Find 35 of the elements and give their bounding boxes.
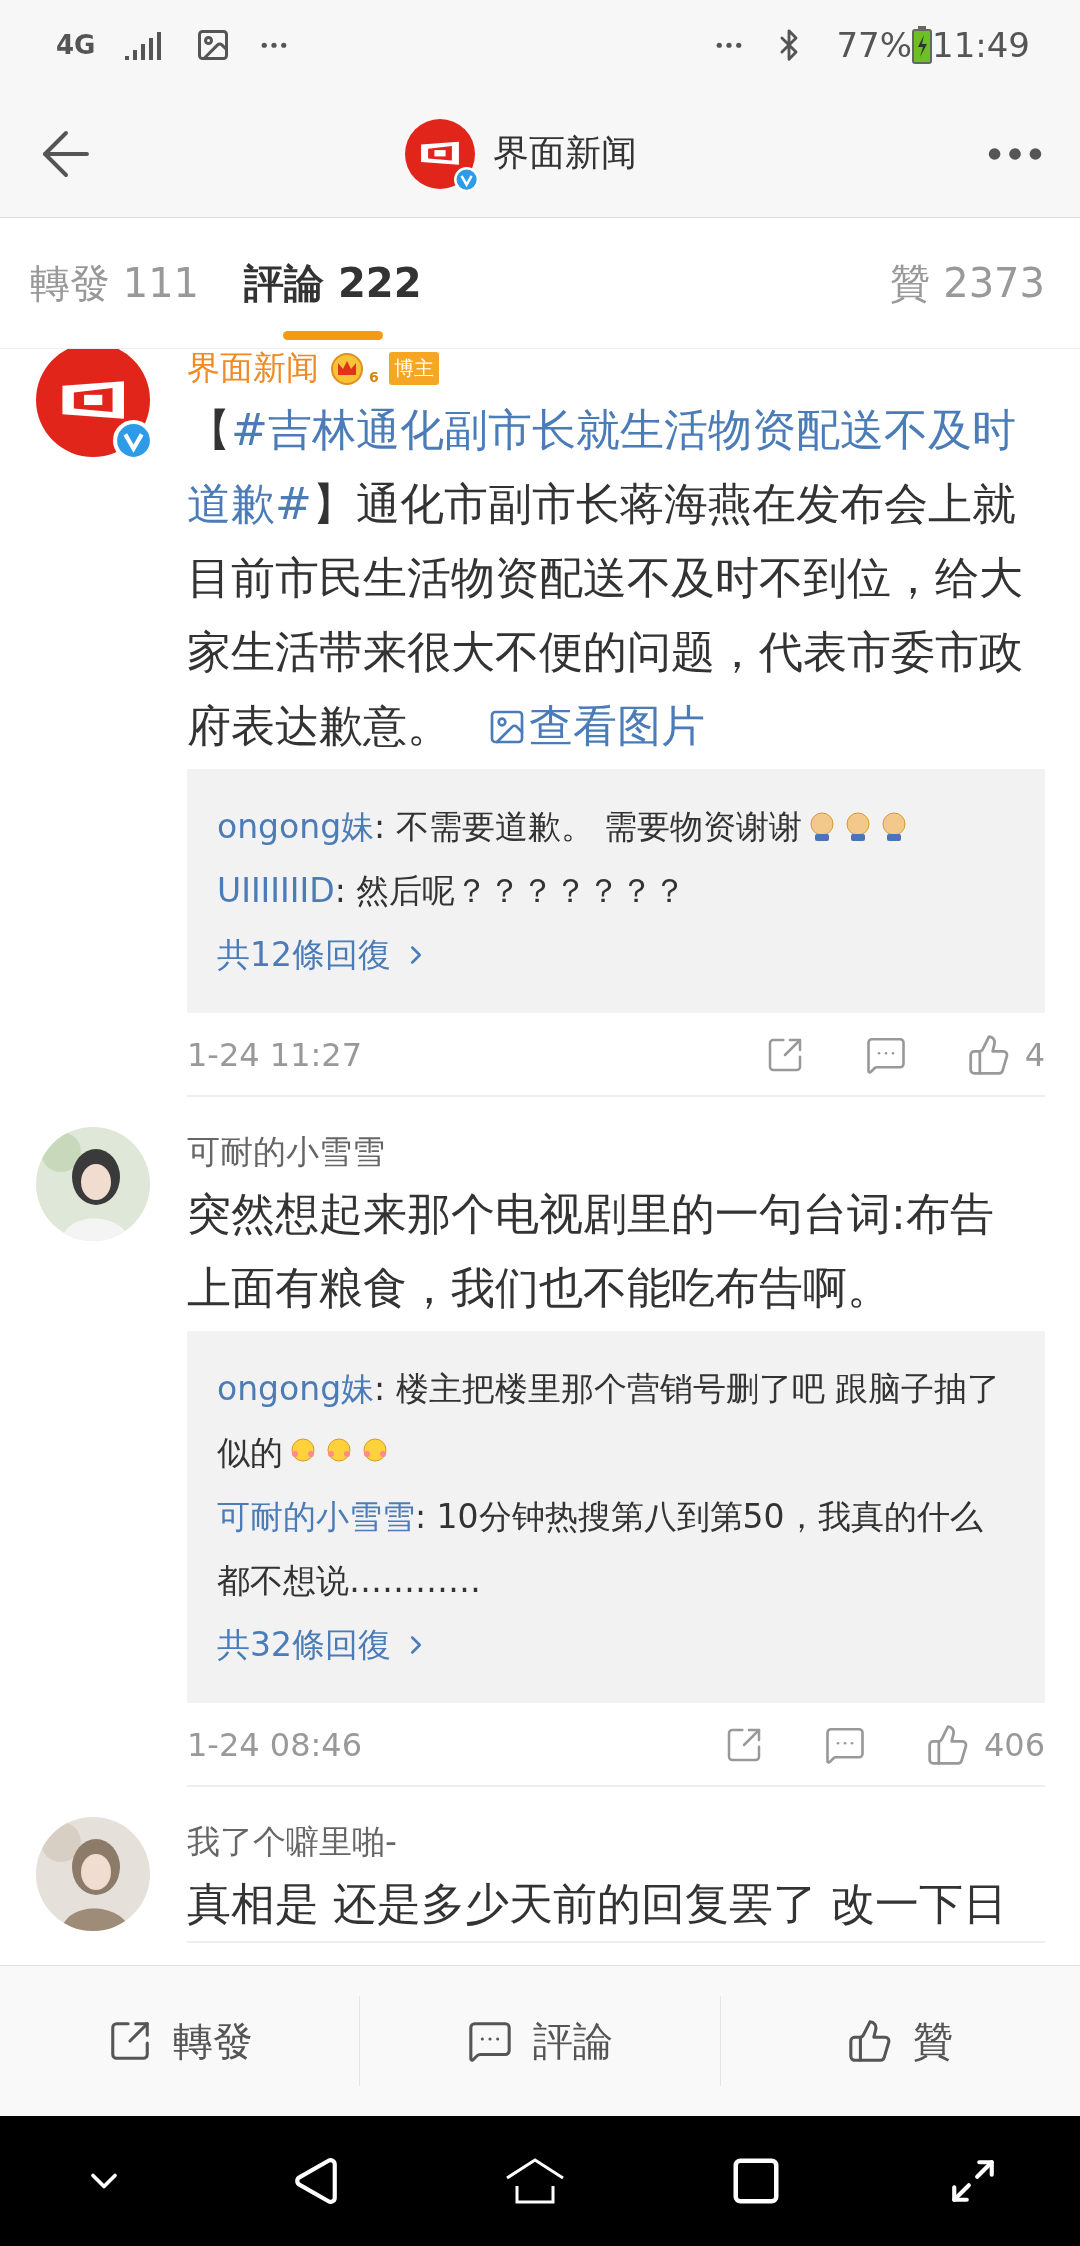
like-button[interactable]: 4 — [966, 1033, 1045, 1077]
view-images-link[interactable]: 查看图片 — [487, 700, 705, 751]
like-button[interactable]: 406 — [925, 1723, 1045, 1767]
reply-text: 可耐的小雪雪: 10分钟热搜第八到第50，我真的什么都不想说………… — [217, 1496, 984, 1602]
reply-text: UIIIIIIID: 然后呢？？？？？？？ — [217, 870, 688, 912]
author-name[interactable]: 界面新闻 — [187, 349, 319, 391]
author-name[interactable]: 可耐的小雪雪 — [187, 1129, 385, 1175]
clock: 11:49 — [932, 25, 1030, 65]
rank-label: 6 — [369, 369, 379, 385]
header-title: 界面新闻 — [493, 131, 637, 175]
like-button[interactable]: 贊 — [720, 1996, 1080, 2086]
more-replies-link[interactable]: 共12條回復 — [217, 923, 431, 987]
network-label: 4G — [56, 30, 96, 60]
tab[interactable]: 評論 222 — [244, 218, 422, 348]
more-replies-link[interactable]: 共32條回復 — [217, 1613, 431, 1677]
more-icon — [716, 41, 743, 49]
thumbs-up-icon — [966, 1033, 1011, 1077]
repost-button[interactable]: 轉發 — [0, 1996, 361, 2086]
comment-text: 突然想起来那个电视剧里的一句台词:布告上面有粮食，我们也不能吃布告啊。 — [187, 1187, 995, 1315]
battery-percent: 77% — [836, 25, 912, 65]
comment-button[interactable]: 評論 — [360, 1996, 721, 2086]
tab[interactable]: 贊 2373 — [890, 218, 1045, 348]
thumbs-up-icon — [925, 1723, 970, 1767]
timestamp: 1-24 11:27 — [187, 1036, 363, 1074]
tab[interactable]: 轉發 111 — [30, 218, 200, 348]
comment-text: 【#吉林通化副市长就生活物资配送不及时道歉#】通化市副市长蒋海燕在发布会上就目前市民生活物资配送不及时不到位，给大家生活带来很大不便的问题，代表市委市政府表达歉意。 查看图片 — [187, 403, 1024, 753]
reply-text: ongong妹: 不需要道歉。 需要物资谢谢 — [217, 795, 1015, 859]
reply-text: ongong妹: 楼主把楼里那个营销号删了吧 跟脑子抽了似的 — [217, 1368, 1002, 1474]
more-icon — [261, 41, 288, 49]
battery-icon — [912, 26, 932, 64]
timestamp: 1-24 08:46 — [187, 1726, 363, 1764]
home-icon[interactable] — [504, 2156, 565, 2206]
author-name[interactable]: 我了个噼里啪- — [187, 1819, 397, 1865]
comment-text: 真相是 还是多少天前的回复罢了 改一下日 — [187, 1877, 1008, 1931]
role-badge: 博主 — [388, 351, 439, 385]
